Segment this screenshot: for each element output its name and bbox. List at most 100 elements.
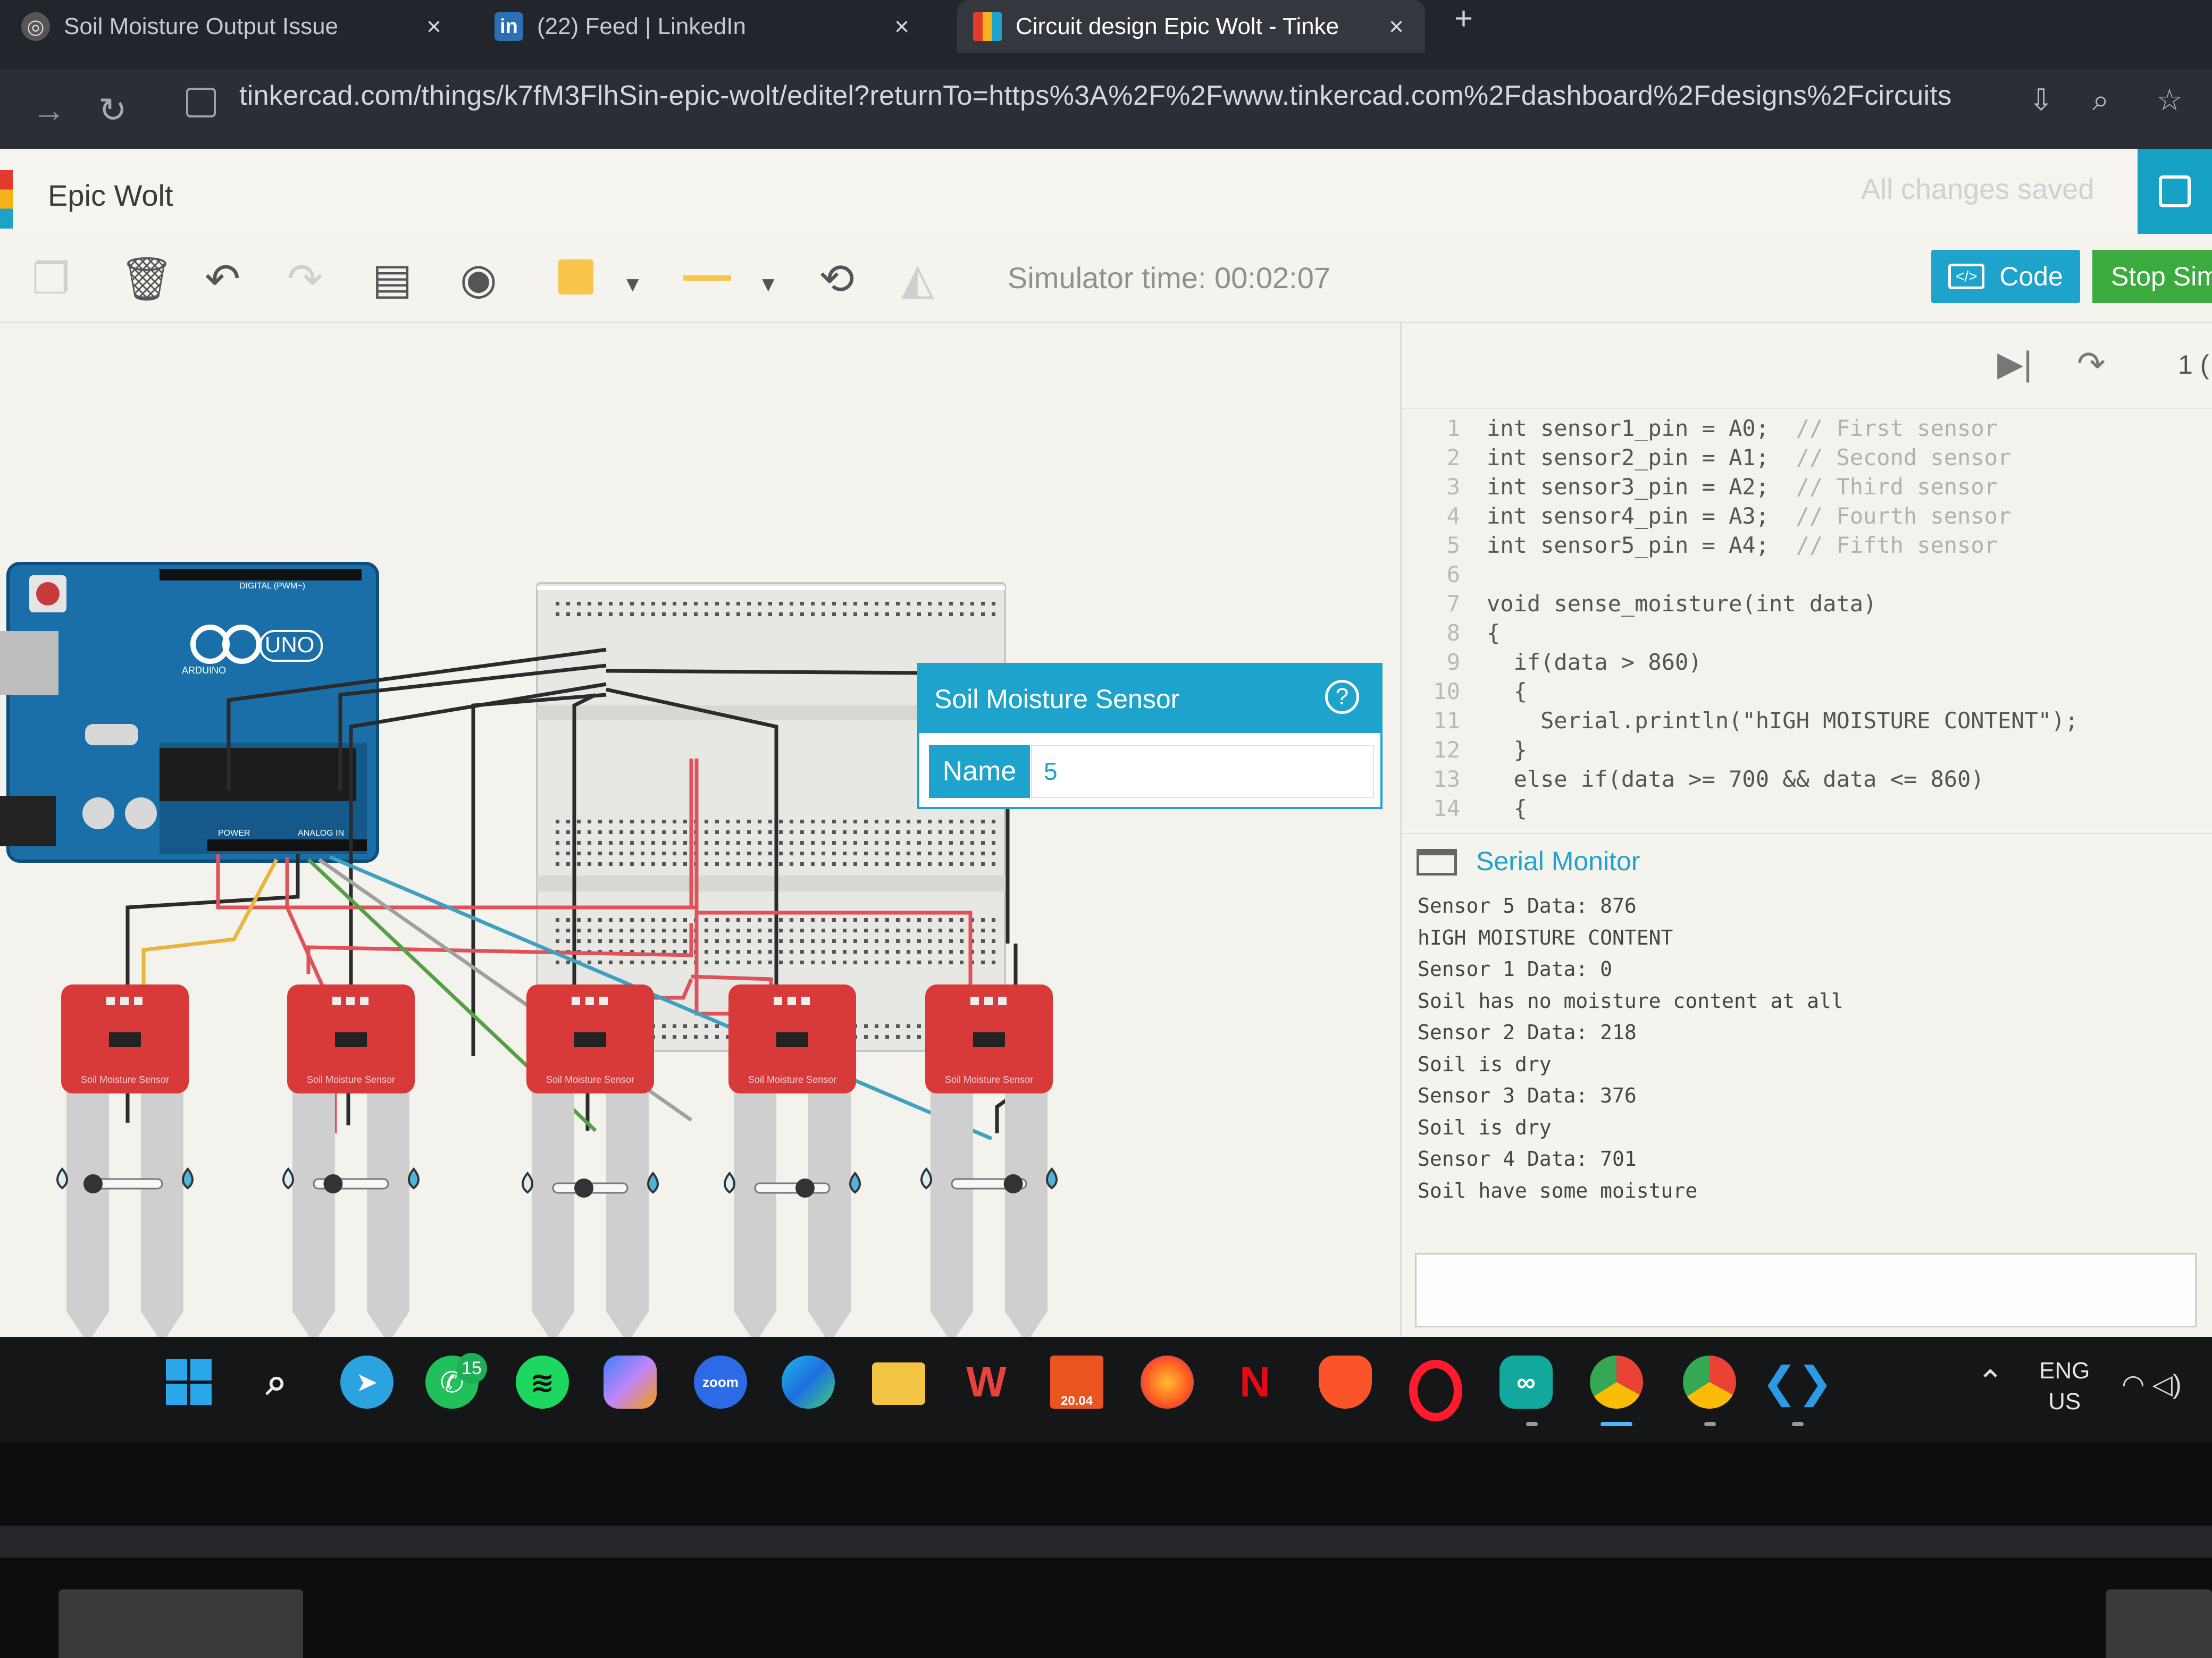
reload-icon[interactable]: ↻ (98, 90, 127, 130)
brave-icon[interactable] (1319, 1356, 1372, 1409)
url-field[interactable]: tinkercad.com/things/k7fM3FlhSin-epic-wo… (239, 80, 1951, 112)
code-line[interactable]: 6 (1402, 561, 1487, 591)
site-settings-icon[interactable] (186, 88, 216, 117)
name-field[interactable]: 5 (1031, 745, 1374, 798)
moisture-slider-knob[interactable] (83, 1174, 103, 1193)
breadboard-hole (651, 918, 655, 922)
code-line[interactable]: 13 else if(data >= 700 && data <= 860) (1402, 766, 1984, 795)
chevron-up-icon[interactable]: ⌃ (1977, 1364, 2004, 1401)
breadboard-hole (992, 939, 995, 943)
moisture-slider-track[interactable] (754, 1182, 831, 1194)
install-app-icon[interactable]: ⇩ (2029, 82, 2054, 117)
code-line[interactable]: 8{ (1402, 620, 1501, 649)
close-tab-icon[interactable]: × (1389, 12, 1404, 41)
arduino-icon[interactable]: ∞ (1499, 1356, 1553, 1409)
language-indicator[interactable]: ENG US (2039, 1356, 2090, 1417)
telegram-icon[interactable]: ➤ (340, 1356, 393, 1409)
chrome-profile-icon[interactable] (1683, 1356, 1736, 1409)
code-line[interactable]: 2 int sensor2_pin = A1; // Second sensor (1402, 444, 2011, 474)
opera-icon[interactable] (1409, 1360, 1462, 1421)
step-over-icon[interactable]: ↷ (2077, 344, 2106, 384)
close-tab-icon[interactable]: × (426, 12, 441, 41)
circuit-canvas[interactable]: UNO ARDUINO DIGITAL (PWM~) POWER ANALOG … (0, 323, 1398, 1337)
wire-type-swatch[interactable] (683, 275, 731, 281)
breadboard-hole (726, 918, 730, 922)
breadboard-hole (960, 852, 963, 855)
close-tab-icon[interactable]: × (894, 12, 909, 41)
netflix-icon[interactable]: N (1228, 1356, 1281, 1409)
breadboard-hole (779, 939, 783, 943)
code-line[interactable]: 9 if(data > 860) (1402, 649, 1702, 678)
soil-moisture-sensor[interactable]: Soil Moisture Sensor (56, 984, 194, 1337)
stop-simulation-button[interactable]: Stop Sim (2092, 250, 2212, 303)
breadboard-hole (768, 929, 772, 932)
soil-moisture-sensor[interactable]: Soil Moisture Sensor (724, 984, 861, 1337)
zoom-icon[interactable]: zoom (694, 1356, 747, 1409)
zoom-icon[interactable]: ⌕ (2092, 82, 2109, 118)
moisture-slider-knob[interactable] (323, 1174, 343, 1193)
help-icon[interactable]: ? (1325, 680, 1359, 714)
new-tab-button[interactable]: + (1454, 0, 1473, 37)
spotify-icon[interactable]: ≋ (516, 1356, 569, 1409)
breadboard-hole (800, 602, 804, 605)
breadboard-hole (822, 830, 825, 834)
chrome-icon[interactable] (1590, 1356, 1643, 1409)
vscode-icon[interactable]: ❮❯ (1762, 1356, 1833, 1409)
wifi-volume-icons[interactable]: ◠ ◁) (2122, 1369, 2182, 1400)
code-line[interactable]: 11 Serial.println("hIGH MOISTURE CONTENT… (1402, 708, 2078, 737)
edge-icon[interactable] (782, 1356, 835, 1409)
redo-icon[interactable]: ↷ (287, 255, 323, 303)
wire-dropdown-icon[interactable]: ▼ (758, 260, 779, 308)
undo-icon[interactable]: ↶ (205, 255, 240, 303)
color-swatch[interactable] (558, 259, 593, 294)
circuit-drawing[interactable]: UNO ARDUINO DIGITAL (PWM~) POWER ANALOG … (0, 323, 1398, 1337)
tab-tinkercad-active[interactable]: Circuit design Epic Wolt - Tinke × (957, 0, 1425, 53)
tab-soil-moisture-issue[interactable]: ◎ Soil Moisture Output Issue × (21, 0, 463, 53)
copy-icon[interactable]: ❐ (32, 255, 70, 303)
moisture-slider-knob[interactable] (1003, 1174, 1023, 1193)
code-line[interactable]: 4 int sensor4_pin = A3; // Fourth sensor (1402, 503, 2011, 532)
code-editor[interactable]: 1 int sensor1_pin = A0; // First sensor 2 i… (1402, 408, 2212, 829)
code-line[interactable]: 1 int sensor1_pin = A0; // First sensor (1402, 415, 1998, 444)
view-notes-icon[interactable]: ◉ (460, 255, 497, 303)
moisture-slider-knob[interactable] (574, 1179, 593, 1198)
serial-monitor-header[interactable]: Serial Monitor (1402, 833, 2212, 887)
color-dropdown-icon[interactable]: ▼ (622, 260, 643, 308)
code-line[interactable]: 12 } (1402, 737, 1527, 766)
notes-icon[interactable]: ▤ (372, 255, 413, 303)
windows-icon[interactable] (162, 1356, 215, 1409)
soil-moisture-sensor[interactable]: Soil Moisture Sensor (282, 984, 420, 1337)
code-line[interactable]: 10 { (1402, 678, 1527, 708)
tab-linkedin[interactable]: in (22) Feed | LinkedIn × (495, 0, 931, 53)
code-line[interactable]: 3 int sensor3_pin = A2; // Third sensor (1402, 474, 1998, 503)
flip-icon[interactable]: ◭ (901, 255, 934, 303)
rotate-icon[interactable]: ⟲ (819, 255, 854, 303)
components-panel-button[interactable] (2138, 149, 2212, 234)
delete-icon[interactable]: 🗑 (120, 255, 174, 303)
design-name[interactable]: Epic Wolt (48, 178, 173, 213)
soil-moisture-sensor[interactable]: Soil Moisture Sensor (522, 984, 659, 1337)
breadboard-hole (949, 820, 953, 823)
code-line[interactable]: 14 { (1402, 795, 1527, 824)
search-icon[interactable]: ⌕ (250, 1356, 303, 1409)
step-icon[interactable]: ▶| (1997, 344, 2032, 384)
arduino-uno-board[interactable] (0, 562, 379, 863)
code-line[interactable]: 7 void sense_moisture(int data) (1402, 591, 1877, 620)
breadboard-hole (981, 852, 985, 855)
breadboard-hole (907, 852, 910, 855)
wps-icon[interactable]: W (960, 1356, 1013, 1409)
copilot-icon[interactable] (604, 1356, 657, 1409)
bookmark-star-icon[interactable]: ☆ (2156, 82, 2183, 117)
breadboard-hole (896, 939, 900, 943)
file-explorer-icon[interactable] (872, 1362, 925, 1405)
ubuntu-icon[interactable]: 20.04 (1050, 1356, 1103, 1409)
soil-moisture-sensor[interactable]: Soil Moisture Sensor (920, 984, 1058, 1337)
breadboard-hole (641, 929, 644, 932)
tinkercad-logo[interactable] (0, 170, 13, 229)
code-line[interactable]: 5 int sensor5_pin = A4; // Fifth sensor (1402, 532, 1998, 561)
firefox-icon[interactable] (1141, 1356, 1194, 1409)
code-button[interactable]: </> Code (1931, 250, 2080, 303)
moisture-slider-knob[interactable] (795, 1179, 815, 1198)
serial-input-field[interactable] (1415, 1253, 2197, 1327)
forward-icon[interactable]: → (32, 90, 66, 130)
